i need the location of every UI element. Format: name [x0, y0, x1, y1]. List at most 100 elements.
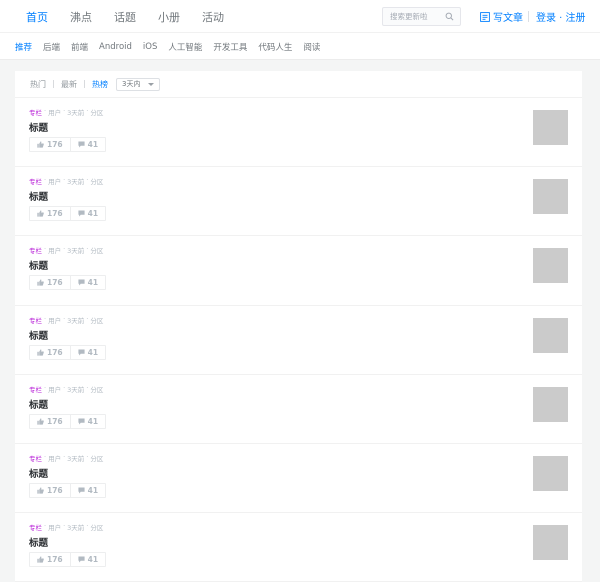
like-count: 176: [47, 485, 63, 495]
entry-title[interactable]: 标题: [29, 120, 48, 134]
entry-tag[interactable]: 专栏: [29, 522, 42, 532]
entry-tag[interactable]: 专栏: [29, 315, 42, 325]
entry-title[interactable]: 标题: [29, 397, 48, 411]
article-entry[interactable]: 专栏 · 用户 · 3天前 · 分区 标题 176 41: [15, 513, 582, 582]
entry-thumbnail[interactable]: [533, 110, 568, 145]
entry-title[interactable]: 标题: [29, 258, 48, 272]
auth-label[interactable]: 登录 · 注册: [536, 9, 586, 24]
entry-meta: 专栏 · 用户 · 3天前 · 分区: [29, 315, 103, 325]
comment-button[interactable]: 41: [69, 138, 105, 151]
entry-title[interactable]: 标题: [29, 466, 48, 480]
entry-user[interactable]: 用户: [48, 453, 61, 463]
login-register-link[interactable]: 登录 · 注册: [536, 9, 586, 24]
entry-user[interactable]: 用户: [48, 245, 61, 255]
category-ai[interactable]: 人工智能: [168, 41, 202, 53]
comment-button[interactable]: 41: [69, 483, 105, 497]
entry-user[interactable]: 用户: [48, 522, 61, 532]
entry-user[interactable]: 用户: [48, 107, 61, 117]
thumbs-up-icon: [37, 279, 44, 287]
meta-separator: ·: [86, 314, 89, 323]
entry-thumbnail[interactable]: [533, 248, 568, 284]
entry-tag[interactable]: 专栏: [29, 245, 42, 255]
entry-title[interactable]: 标题: [29, 328, 48, 342]
comment-button[interactable]: 41: [69, 553, 105, 567]
meta-separator: ·: [86, 176, 89, 185]
entry-actions: 176 41: [29, 275, 107, 291]
entry-thumbnail[interactable]: [533, 317, 568, 353]
like-button[interactable]: 176: [30, 553, 70, 566]
comment-button[interactable]: 41: [69, 414, 105, 428]
like-button[interactable]: 176: [30, 138, 70, 151]
entry-category[interactable]: 分区: [90, 453, 103, 463]
entry-category[interactable]: 分区: [90, 176, 103, 186]
entry-user[interactable]: 用户: [48, 315, 61, 325]
category-ios[interactable]: iOS: [143, 42, 157, 52]
entry-thumbnail[interactable]: [533, 525, 568, 561]
tab-divider: [53, 80, 54, 88]
comment-count: 41: [87, 278, 99, 288]
category-android[interactable]: Android: [99, 42, 132, 52]
category-frontend[interactable]: 前端: [71, 41, 88, 53]
comment-count: 41: [87, 209, 99, 219]
comment-button[interactable]: 41: [69, 207, 105, 221]
category-recommended[interactable]: 推荐: [15, 41, 32, 53]
like-button[interactable]: 176: [30, 346, 70, 359]
write-article-button[interactable]: 写文章: [480, 9, 523, 24]
search-icon[interactable]: [445, 12, 454, 21]
comment-count: 41: [87, 555, 99, 565]
nav-item-books[interactable]: 小册: [158, 9, 180, 25]
article-entry[interactable]: 专栏 · 用户 · 3天前 · 分区 标题 176 41: [15, 167, 582, 237]
meta-separator: ·: [44, 383, 47, 392]
search-input[interactable]: [390, 12, 446, 21]
comment-button[interactable]: 41: [69, 345, 105, 359]
article-entry[interactable]: 专栏 · 用户 · 3天前 · 分区 标题 176 41: [15, 444, 582, 514]
entry-category[interactable]: 分区: [90, 384, 103, 394]
category-dev-tools[interactable]: 开发工具: [213, 41, 247, 53]
tab-trending[interactable]: 热榜: [92, 79, 108, 90]
entry-category[interactable]: 分区: [90, 522, 103, 532]
time-range-select[interactable]: 3天内: [116, 77, 160, 91]
article-entry[interactable]: 专栏 · 用户 · 3天前 · 分区 标题 176 41: [15, 306, 582, 375]
meta-separator: ·: [44, 452, 47, 461]
entry-actions: 176 41: [29, 552, 107, 568]
entry-tag[interactable]: 专栏: [29, 384, 42, 394]
like-button[interactable]: 176: [30, 207, 70, 220]
meta-separator: ·: [63, 176, 66, 185]
nav-item-home[interactable]: 首页: [26, 9, 48, 25]
entry-thumbnail[interactable]: [533, 386, 568, 422]
meta-separator: ·: [86, 522, 89, 531]
like-button[interactable]: 176: [30, 484, 70, 497]
entry-thumbnail[interactable]: [533, 455, 568, 491]
entry-title[interactable]: 标题: [29, 189, 48, 203]
entry-user[interactable]: 用户: [48, 384, 61, 394]
tab-newest[interactable]: 最新: [61, 79, 77, 90]
entry-category[interactable]: 分区: [90, 245, 103, 255]
tab-hot[interactable]: 热门: [30, 79, 46, 90]
meta-separator: ·: [63, 314, 66, 323]
like-count: 176: [47, 555, 63, 565]
nav-item-topics[interactable]: 话题: [114, 9, 136, 25]
category-backend[interactable]: 后端: [43, 41, 60, 53]
comment-icon: [78, 418, 85, 425]
entry-title[interactable]: 标题: [29, 535, 48, 549]
category-nav: 推荐 后端 前端 Android iOS 人工智能 开发工具 代码人生 阅读: [0, 33, 600, 60]
like-button[interactable]: 176: [30, 415, 70, 428]
entry-tag[interactable]: 专栏: [29, 176, 42, 186]
nav-item-pins[interactable]: 沸点: [70, 9, 92, 25]
entry-category[interactable]: 分区: [90, 107, 103, 117]
entry-tag[interactable]: 专栏: [29, 107, 42, 117]
article-entry[interactable]: 专栏 · 用户 · 3天前 · 分区 标题 176 41: [15, 98, 582, 168]
comment-button[interactable]: 41: [69, 276, 105, 290]
article-entry[interactable]: 专栏 · 用户 · 3天前 · 分区 标题 176 41: [15, 236, 582, 306]
thumbs-up-icon: [37, 418, 44, 425]
entry-category[interactable]: 分区: [90, 315, 103, 325]
entry-user[interactable]: 用户: [48, 176, 61, 186]
entry-meta: 专栏 · 用户 · 3天前 · 分区: [29, 176, 103, 186]
category-reading[interactable]: 阅读: [303, 41, 320, 53]
nav-item-events[interactable]: 活动: [202, 9, 224, 25]
entry-thumbnail[interactable]: [533, 179, 568, 215]
like-button[interactable]: 176: [30, 276, 70, 289]
article-entry[interactable]: 专栏 · 用户 · 3天前 · 分区 标题 176 41: [15, 375, 582, 444]
category-code-life[interactable]: 代码人生: [258, 41, 292, 53]
entry-tag[interactable]: 专栏: [29, 453, 42, 463]
